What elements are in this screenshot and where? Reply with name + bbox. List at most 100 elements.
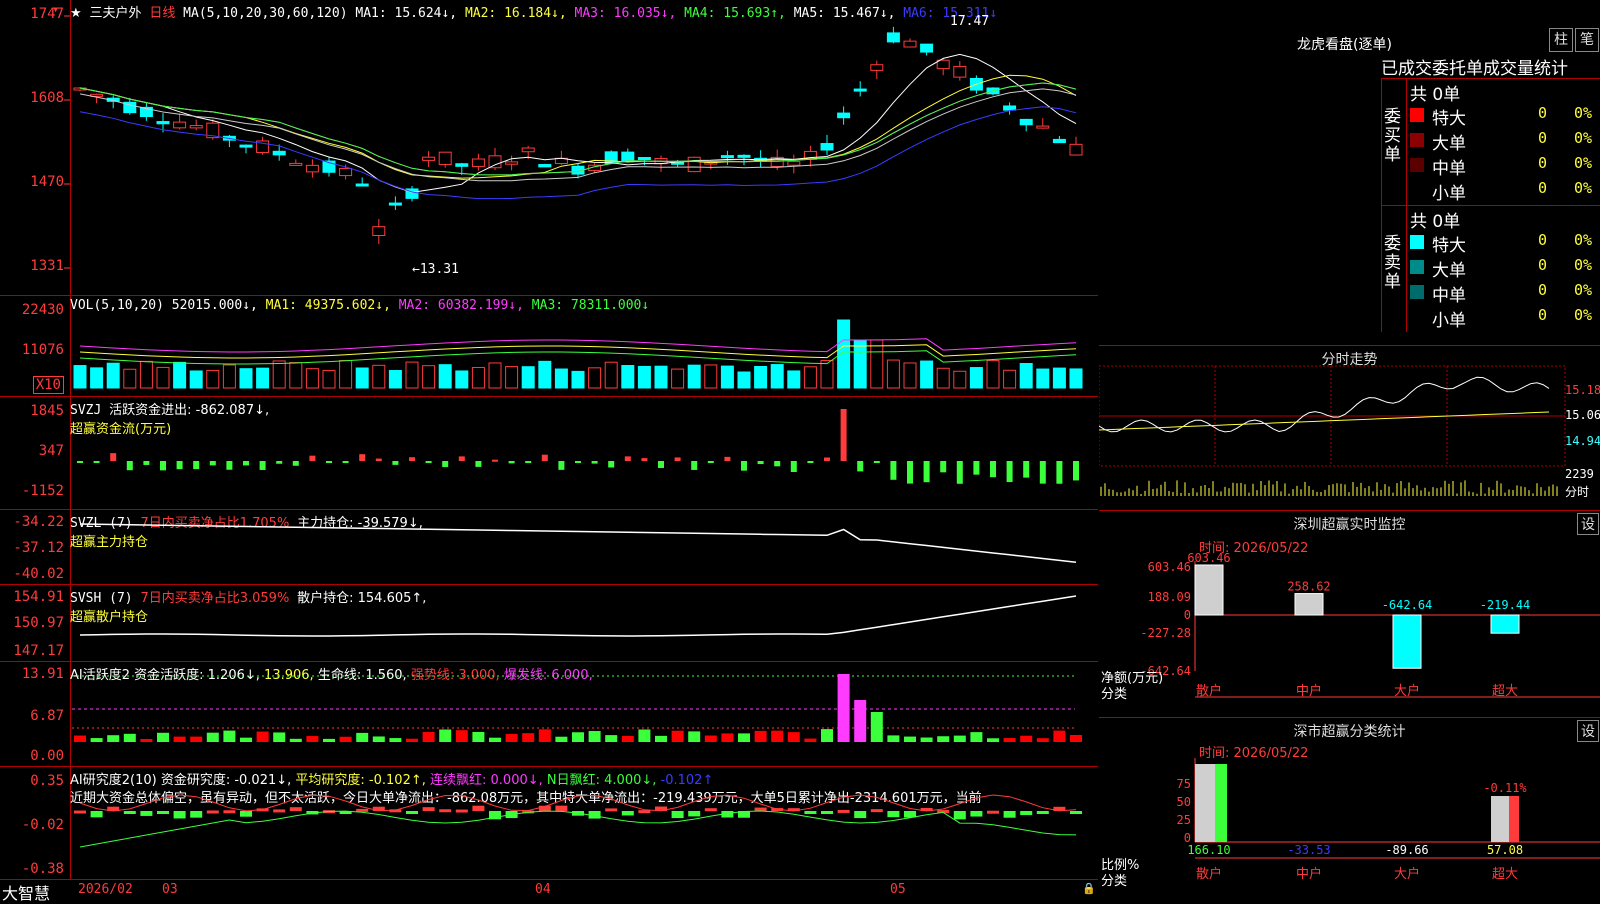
fenshi-panel[interactable]: 分时走势 15.18 15.06 14.94 2239 分时 bbox=[1099, 346, 1600, 511]
classify-value: -33.53 bbox=[1287, 843, 1330, 857]
svsh-chart[interactable] bbox=[0, 585, 1098, 661]
tick-view-button[interactable]: 笔 bbox=[1575, 28, 1599, 52]
lock-icon[interactable]: 🔒 bbox=[1082, 882, 1096, 895]
volume-bar bbox=[671, 368, 685, 389]
activity-bar bbox=[173, 736, 186, 742]
candle bbox=[156, 121, 170, 125]
order-percent: 0% bbox=[1574, 154, 1593, 172]
volume-bar bbox=[455, 370, 469, 389]
activity-bar bbox=[671, 730, 684, 742]
activity-bar bbox=[937, 736, 950, 742]
volume-panel[interactable]: 22430 11076 X10 VOL(5,10,20) 52015.000↓,… bbox=[0, 296, 1098, 397]
ai-research-chart[interactable] bbox=[0, 767, 1098, 879]
candle bbox=[488, 155, 502, 169]
volume-bar bbox=[521, 366, 535, 389]
flow-bar bbox=[243, 461, 249, 466]
flow-bar bbox=[1073, 461, 1079, 481]
fenshi-price-high: 15.18 bbox=[1565, 383, 1600, 397]
research-bar bbox=[190, 811, 203, 818]
price-panel[interactable]: 1747 1608 1470 1331 ▾ ★ 三夫户外 日线 MA(5,10,… bbox=[0, 0, 1098, 296]
flow-bar bbox=[591, 461, 598, 464]
activity-bar bbox=[306, 736, 319, 742]
volume-bar bbox=[471, 366, 485, 389]
volume-bar bbox=[189, 370, 203, 389]
flow-bar bbox=[409, 457, 415, 461]
flow-bar bbox=[1023, 461, 1030, 478]
volume-bar bbox=[1036, 368, 1050, 389]
svsh-panel[interactable]: 154.91 150.97 147.17 SVSH (7) 7日内买卖净占比3.… bbox=[0, 585, 1098, 662]
order-percent: 0% bbox=[1574, 306, 1593, 324]
activity-bar bbox=[1053, 730, 1066, 742]
research-bar bbox=[173, 811, 186, 819]
monitor-chart[interactable]: 603.46 188.09 0 -227.28 -642.64 603.46 258.62 -… bbox=[1099, 511, 1600, 717]
activity-bar bbox=[887, 735, 900, 742]
volume-bar bbox=[239, 368, 253, 389]
monitor-axis-label: 188.09 bbox=[1148, 590, 1191, 604]
activity-bar bbox=[439, 729, 452, 742]
monitor-category: 中户 bbox=[1296, 683, 1322, 699]
intraday-chart[interactable] bbox=[1099, 346, 1600, 510]
svzj-panel[interactable]: 1845 347 -1152 SVZJ 活跃资金进出: -862.087↓, 超… bbox=[0, 397, 1098, 510]
ai-active-panel[interactable]: 13.91 6.87 0.00 AI活跃度2 资金活跃度: 1.206↓, 13… bbox=[0, 662, 1098, 767]
svzj-chart[interactable] bbox=[0, 397, 1098, 509]
research-bar bbox=[422, 807, 435, 811]
flow-bar bbox=[292, 461, 299, 466]
flow-bar bbox=[741, 461, 747, 471]
flow-bar bbox=[890, 461, 897, 480]
stats-tab[interactable]: 已成交委托单成交量统计 bbox=[1381, 54, 1600, 79]
research-bar bbox=[638, 810, 651, 814]
activity-bar bbox=[505, 733, 518, 742]
research-bar bbox=[887, 811, 900, 818]
activity-bar bbox=[472, 731, 485, 742]
order-color-swatch bbox=[1410, 108, 1424, 122]
order-color-swatch bbox=[1410, 183, 1424, 197]
longhu-panel[interactable]: 龙虎看盘(逐单) 柱 笔 已成交委托单成交量统计 委买单 共 0单 特大 0 0% 大… bbox=[1099, 0, 1600, 346]
activity-bar bbox=[688, 731, 701, 742]
monitor-bar-value: -219.44 bbox=[1480, 598, 1531, 612]
flow-bar bbox=[857, 461, 864, 472]
flow-bar bbox=[824, 457, 830, 461]
activity-bar bbox=[206, 732, 219, 742]
volume-bar bbox=[173, 361, 187, 389]
volume-bar bbox=[554, 368, 568, 389]
flow-bar bbox=[160, 461, 166, 471]
svzl-panel[interactable]: -34.22 -37.12 -40.02 SVZL (7) 7日内买卖净占比1.… bbox=[0, 510, 1098, 585]
candle bbox=[787, 161, 801, 166]
classify-chart[interactable]: 7550250-0.11%166.10 -33.53 -89.66 57.08散户 中户… bbox=[1099, 718, 1600, 900]
monitor-bar bbox=[1194, 564, 1224, 616]
bar-view-button[interactable]: 柱 bbox=[1549, 28, 1573, 52]
classify-bar bbox=[1509, 796, 1519, 842]
candlestick-chart[interactable] bbox=[0, 0, 1098, 295]
candle bbox=[820, 143, 834, 151]
order-color-swatch bbox=[1410, 310, 1424, 324]
activity-bar bbox=[854, 700, 867, 742]
flow-bar bbox=[691, 461, 698, 470]
volume-bar bbox=[870, 339, 884, 389]
ai-research-panel[interactable]: 0.35 -0.02 -0.38 AI研究度2(10) 资金研究度: -0.02… bbox=[0, 767, 1098, 880]
activity-bar bbox=[372, 736, 385, 742]
activity-bar bbox=[90, 738, 103, 742]
volume-bar bbox=[637, 365, 651, 389]
flow-bar bbox=[176, 461, 183, 470]
low-marker: ←13.31 bbox=[412, 262, 459, 277]
svzl-chart[interactable] bbox=[0, 510, 1098, 584]
brand-logo: 大智慧 bbox=[2, 884, 51, 903]
monitor-panel[interactable]: 深圳超赢实时监控 设 时间: 2026/05/22 603.46 188.09 0-… bbox=[1099, 511, 1600, 718]
volume-bar bbox=[222, 364, 236, 389]
longhu-title: 龙虎看盘(逐单) bbox=[1297, 37, 1392, 53]
volume-bar bbox=[538, 360, 552, 389]
volume-chart[interactable] bbox=[0, 296, 1098, 396]
classify-panel[interactable]: 深市超赢分类统计 设 时间: 2026/05/22 75 50 25 0 -0.11% 1… bbox=[1099, 718, 1600, 900]
ai-active-chart[interactable] bbox=[0, 662, 1098, 766]
volume-bar bbox=[355, 367, 369, 389]
candle bbox=[920, 43, 934, 53]
flow-bar bbox=[807, 461, 814, 463]
candle bbox=[870, 64, 884, 71]
classify-category: 大户 bbox=[1394, 866, 1420, 882]
flow-bar bbox=[541, 454, 548, 461]
activity-bar bbox=[605, 735, 618, 742]
flow-bar bbox=[790, 461, 797, 472]
order-percent: 0% bbox=[1574, 179, 1593, 197]
research-bar bbox=[704, 808, 717, 812]
order-type-label: 小单 bbox=[1432, 184, 1466, 204]
